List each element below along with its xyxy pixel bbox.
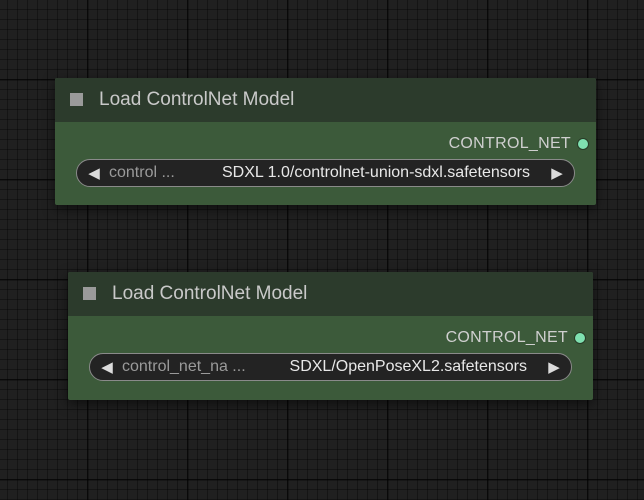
output-control-net[interactable]: CONTROL_NET [449,134,588,154]
load-controlnet-node[interactable]: Load ControlNet Model CONTROL_NET ◀ cont… [55,78,596,205]
combo-widget-name: control_net_na ... [122,358,246,375]
combo-widget-value[interactable]: SDXL/OpenPoseXL2.safetensors [246,358,541,376]
triangle-right-icon[interactable]: ▶ [544,164,574,182]
control-net-name-combo[interactable]: ◀ control_net_na ... SDXL/OpenPoseXL2.sa… [89,353,572,381]
output-label: CONTROL_NET [448,135,571,152]
node-header[interactable]: Load ControlNet Model [55,78,596,122]
output-control-net[interactable]: CONTROL_NET [446,328,585,348]
output-slot-icon[interactable] [575,333,585,343]
triangle-left-icon[interactable]: ◀ [77,164,107,182]
triangle-left-icon[interactable]: ◀ [90,358,120,376]
triangle-right-icon[interactable]: ▶ [541,358,571,376]
output-slot-icon[interactable] [578,139,588,149]
collapse-toggle-icon[interactable] [83,287,96,300]
node-title: Load ControlNet Model [99,89,295,110]
combo-widget-name: control ... [109,164,175,181]
control-net-name-combo[interactable]: ◀ control ... SDXL 1.0/controlnet-union-… [76,159,575,187]
load-controlnet-node[interactable]: Load ControlNet Model CONTROL_NET ◀ cont… [68,272,593,400]
node-title: Load ControlNet Model [112,283,308,304]
graph-canvas[interactable]: Load ControlNet Model CONTROL_NET ◀ cont… [0,0,644,500]
combo-widget-value[interactable]: SDXL 1.0/controlnet-union-sdxl.safetenso… [175,164,544,182]
output-label: CONTROL_NET [445,329,568,346]
node-header[interactable]: Load ControlNet Model [68,272,593,316]
collapse-toggle-icon[interactable] [70,93,83,106]
